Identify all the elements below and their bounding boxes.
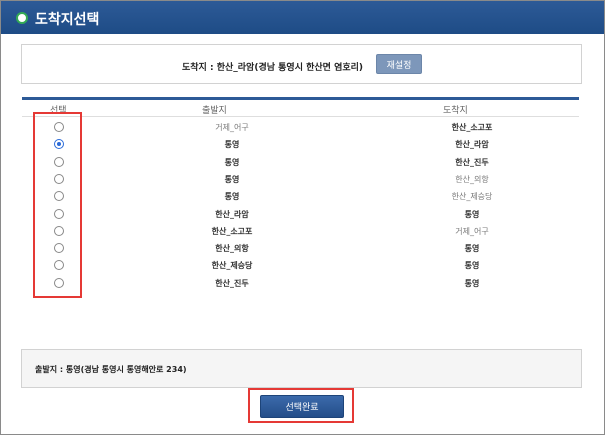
table-row[interactable]: 한산_소고포 거제_어구 bbox=[22, 223, 579, 240]
title-bar: 도착지선택 bbox=[1, 1, 604, 34]
departure-cell: 통영 bbox=[224, 192, 240, 202]
table-row[interactable]: 통영 한산_제승당 bbox=[22, 188, 579, 205]
departure-cell: 한산_제승당 bbox=[211, 261, 253, 271]
arrival-cell: 통영 bbox=[464, 209, 480, 219]
arrival-cell: 한산_소고포 bbox=[451, 123, 493, 132]
confirm-button[interactable]: 선택완료 bbox=[260, 395, 344, 418]
departure-cell: 통영 bbox=[224, 157, 240, 167]
arrival-cell: 통영 bbox=[464, 261, 480, 271]
table-row[interactable]: 한산_제승당 통영 bbox=[22, 257, 579, 274]
departure-cell: 한산_라암 bbox=[215, 209, 249, 219]
destination-summary: 도착지 : 한산_라암(경남 통영시 한산면 염호리) bbox=[21, 44, 582, 84]
destination-text: 도착지 : 한산_라암(경남 통영시 한산면 염호리) bbox=[182, 63, 364, 73]
table-row[interactable]: 거제_어구 한산_소고포 bbox=[22, 119, 579, 136]
radio-highlight-box bbox=[33, 112, 82, 298]
departure-cell: 한산_진두 bbox=[215, 278, 249, 288]
reset-button[interactable]: 재설정 bbox=[376, 54, 422, 74]
arrival-cell: 한산_진두 bbox=[455, 157, 489, 167]
departure-cell: 한산_소고포 bbox=[211, 226, 253, 236]
departure-cell: 통영 bbox=[224, 140, 240, 150]
arrival-cell: 통영 bbox=[464, 278, 480, 288]
header-arrival: 도착지 bbox=[443, 106, 468, 116]
arrival-cell: 한산_라암 bbox=[455, 140, 489, 150]
table-row[interactable]: 한산_진두 통영 bbox=[22, 275, 579, 292]
table-top-border bbox=[22, 97, 579, 100]
arrival-cell: 거제_어구 bbox=[455, 226, 489, 236]
header-divider bbox=[22, 116, 579, 117]
departure-cell: 거제_어구 bbox=[215, 123, 249, 132]
arrival-cell: 통영 bbox=[464, 244, 480, 254]
arrival-cell: 한산_의항 bbox=[455, 174, 489, 184]
origin-text: 출발지 : 통영(경남 통영시 통영해안로 234) bbox=[35, 365, 187, 374]
origin-summary: 출발지 : 통영(경남 통영시 통영해안로 234) bbox=[21, 349, 582, 388]
departure-cell: 한산_의항 bbox=[215, 244, 249, 254]
table-row[interactable]: 통영 한산_진두 bbox=[22, 154, 579, 171]
departure-cell: 통영 bbox=[224, 174, 240, 184]
table-row[interactable]: 한산_의항 통영 bbox=[22, 240, 579, 257]
arrival-cell: 한산_제승당 bbox=[451, 192, 493, 202]
table-row[interactable]: 통영 한산_의항 bbox=[22, 171, 579, 188]
circle-bullet-icon bbox=[16, 12, 28, 24]
table-row[interactable]: 한산_라암 통영 bbox=[22, 206, 579, 223]
header-departure: 출발지 bbox=[202, 106, 227, 116]
table-row[interactable]: 통영 한산_라암 bbox=[22, 136, 579, 153]
window-title: 도착지선택 bbox=[35, 12, 100, 28]
